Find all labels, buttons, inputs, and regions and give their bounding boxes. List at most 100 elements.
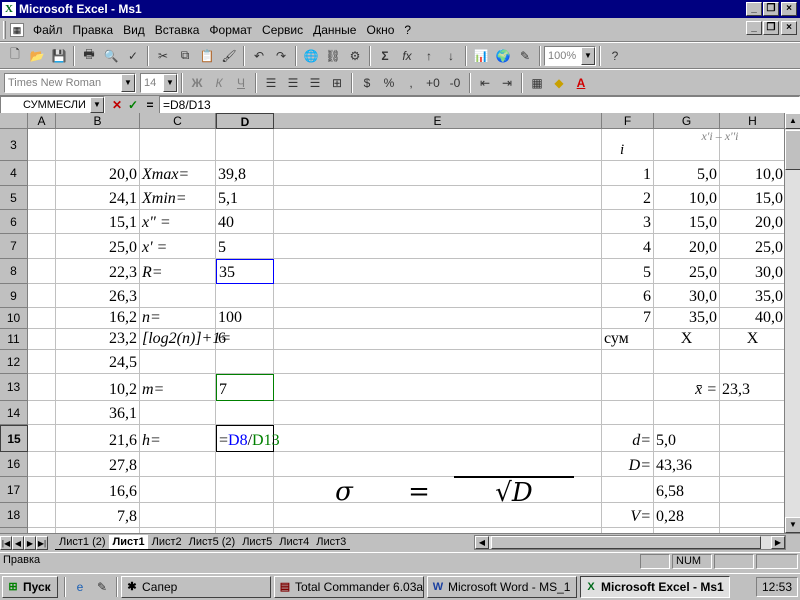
cell-b8[interactable]: 22,3 [56, 259, 140, 284]
font-size-select[interactable]: 14 ▼ [140, 72, 178, 93]
column-header-h[interactable]: H [720, 113, 786, 129]
cell[interactable] [216, 477, 274, 503]
cell-b18[interactable]: 7,8 [56, 503, 140, 528]
cell-d15[interactable]: = D8/D13 [216, 425, 280, 452]
cell-h9[interactable]: 35,0 [720, 284, 786, 308]
autosum-icon[interactable]: Σ [374, 45, 396, 67]
cell-h8[interactable]: 30,0 [720, 259, 786, 284]
prev-sheet-icon[interactable]: ◀ [12, 535, 24, 550]
name-box[interactable]: СУММЕСЛИ ▼ [0, 96, 105, 114]
cell[interactable] [274, 401, 602, 425]
cell[interactable] [720, 425, 786, 452]
cell-f7[interactable]: 4 [602, 234, 654, 259]
cell[interactable] [140, 452, 216, 477]
cell-h5[interactable]: 15,0 [720, 186, 786, 210]
row-header-10[interactable]: 10 [0, 308, 28, 329]
sheet-tab[interactable]: Лист5 [238, 535, 277, 550]
cell[interactable] [720, 452, 786, 477]
cell-g16[interactable]: 43,36 [654, 452, 720, 477]
cell[interactable] [720, 401, 786, 425]
first-sheet-icon[interactable]: |◀ [0, 535, 12, 550]
cell[interactable] [28, 210, 56, 234]
cell[interactable] [140, 477, 216, 503]
cell[interactable] [274, 350, 602, 374]
borders-icon[interactable]: ▦ [526, 72, 548, 94]
column-header-c[interactable]: C [140, 113, 216, 129]
formula-input[interactable]: =D8/D13 [159, 96, 800, 114]
row-header-9[interactable]: 9 [0, 284, 28, 308]
row-header-6[interactable]: 6 [0, 210, 28, 234]
row-header-7[interactable]: 7 [0, 234, 28, 259]
cell[interactable] [274, 210, 602, 234]
sheet-tab[interactable]: Лист1 (2) [55, 535, 110, 550]
cell-g8[interactable]: 25,0 [654, 259, 720, 284]
cell-b11[interactable]: 23,2 [56, 329, 140, 350]
cell[interactable] [28, 401, 56, 425]
menu-tools[interactable]: Сервис [257, 23, 308, 37]
cell-d5[interactable]: 5,1 [216, 186, 274, 210]
cell-h6[interactable]: 20,0 [720, 210, 786, 234]
cell-f18[interactable]: V= [602, 503, 654, 528]
scroll-thumb[interactable] [491, 536, 761, 549]
doc-restore-button[interactable]: ❐ [763, 21, 779, 35]
cell[interactable] [274, 129, 602, 161]
scroll-down-icon[interactable]: ▼ [785, 517, 800, 533]
cell-b16[interactable]: 27,8 [56, 452, 140, 477]
paste-icon[interactable]: 📋 [196, 45, 218, 67]
zoom-select[interactable]: 100% ▼ [544, 45, 596, 66]
cell[interactable] [28, 161, 56, 186]
cell-c8[interactable]: R= [140, 259, 216, 284]
bold-icon[interactable]: Ж [186, 72, 208, 94]
task-word[interactable]: W Microsoft Word - MS_1 [427, 576, 577, 598]
cell-f6[interactable]: 3 [602, 210, 654, 234]
cell[interactable] [28, 186, 56, 210]
hyperlink-icon[interactable]: ⛓ [322, 45, 344, 67]
cell[interactable] [28, 452, 56, 477]
cell-f11[interactable]: сум [602, 329, 654, 350]
scroll-thumb-v[interactable] [785, 130, 800, 170]
undo-icon[interactable]: ↶ [248, 45, 270, 67]
cut-icon[interactable]: ✂ [152, 45, 174, 67]
increase-indent-icon[interactable]: ⇥ [496, 72, 518, 94]
cell[interactable] [216, 350, 274, 374]
cell[interactable] [28, 308, 56, 329]
task-minesweeper[interactable]: ✱ Сапер [121, 576, 271, 598]
cell-d13[interactable]: 7 [216, 374, 274, 401]
cell-c4[interactable]: Xmax= [140, 161, 216, 186]
cell-b10[interactable]: 16,2 [56, 308, 140, 329]
cell-c6[interactable]: x" = [140, 210, 216, 234]
menu-help[interactable]: ? [399, 23, 416, 37]
menu-format[interactable]: Формат [204, 23, 257, 37]
cell[interactable] [720, 477, 786, 503]
chart-wizard-icon[interactable]: 📊 [470, 45, 492, 67]
cell[interactable] [274, 161, 602, 186]
scroll-left-icon[interactable]: ◀ [475, 536, 489, 549]
cell[interactable] [602, 350, 654, 374]
column-header-g[interactable]: G [654, 113, 720, 129]
menu-data[interactable]: Данные [308, 23, 361, 37]
row-header-16[interactable]: 16 [0, 452, 28, 477]
cell-f16[interactable]: D= [602, 452, 654, 477]
sort-desc-icon[interactable]: ↓ [440, 45, 462, 67]
cell-h11[interactable]: X [720, 329, 786, 350]
cell-c13[interactable]: m= [140, 374, 216, 401]
row-header-12[interactable]: 12 [0, 350, 28, 374]
cell-g4[interactable]: 5,0 [654, 161, 720, 186]
cell[interactable] [274, 452, 602, 477]
column-header-a[interactable]: A [28, 113, 56, 129]
cell-g10[interactable]: 35,0 [654, 308, 720, 329]
row-header-15[interactable]: 15 [0, 425, 28, 452]
cell[interactable] [28, 284, 56, 308]
cell-d8[interactable]: 35 [216, 259, 274, 284]
document-icon[interactable]: ▦ [10, 22, 24, 37]
cell-f8[interactable]: 5 [602, 259, 654, 284]
cell-h13[interactable]: 23,3 [720, 374, 786, 401]
decrease-decimal-icon[interactable]: -0 [444, 72, 466, 94]
map-icon[interactable]: 🌍 [492, 45, 514, 67]
fill-color-icon[interactable]: ◆ [548, 72, 570, 94]
cell-g7[interactable]: 20,0 [654, 234, 720, 259]
column-header-f[interactable]: F [602, 113, 654, 129]
cell-c10[interactable]: n= [140, 308, 216, 329]
column-header-b[interactable]: B [56, 113, 140, 129]
row-header-8[interactable]: 8 [0, 259, 28, 284]
